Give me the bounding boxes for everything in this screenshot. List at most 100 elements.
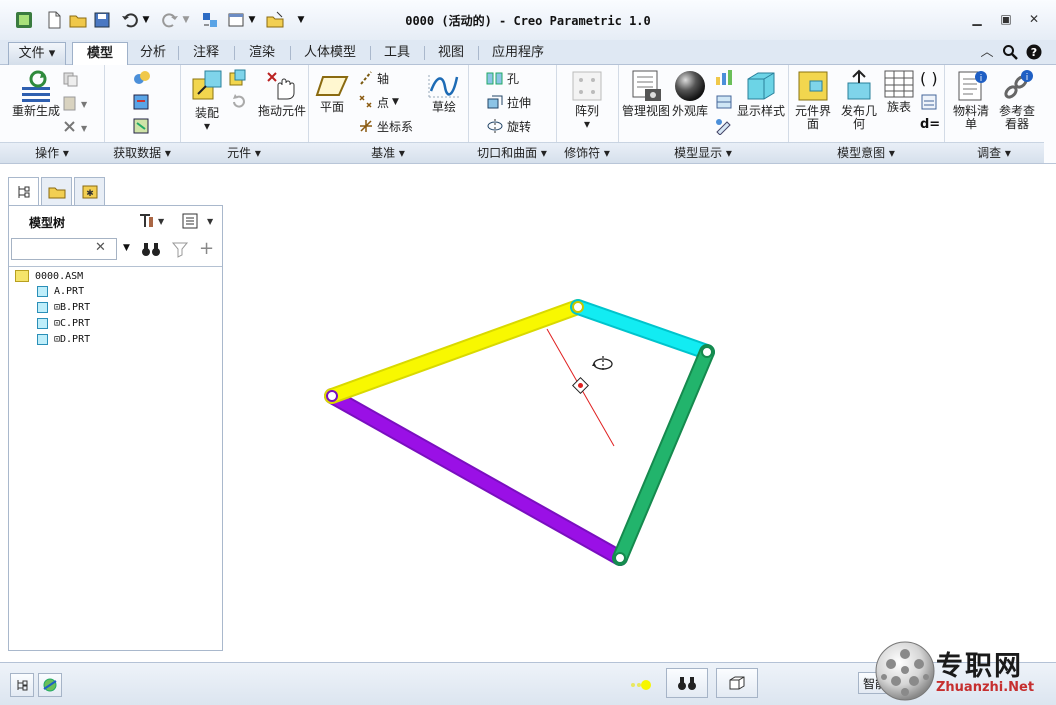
link-b[interactable] [570, 299, 715, 360]
tab-analysis[interactable]: 分析 [130, 42, 176, 64]
group-label-operations[interactable]: 操作 ▾ [0, 142, 104, 163]
hole-icon [486, 72, 503, 85]
group-label-modifiers[interactable]: 修饰符 ▾ [556, 142, 618, 163]
bill-of-materials-button[interactable]: i 物料清单 [948, 69, 994, 131]
drag-point-icon [572, 377, 589, 394]
display-style-button[interactable]: 显示样式 [736, 69, 786, 118]
group-label-component[interactable]: 元件 ▾ [180, 142, 308, 163]
group-label-model-display[interactable]: 模型显示 ▾ [618, 142, 788, 163]
datum-point-button[interactable]: 点 ▼ [358, 93, 399, 111]
tab-manikin[interactable]: 人体模型 [294, 42, 366, 64]
extrude-icon [487, 95, 503, 109]
ribbon: 重新生成 ▼ ▼ 操作 ▾ 获取数据 ▾ 装配 ▾ 拖动元件 元件 ▾ 平面 轴… [0, 65, 1056, 164]
minimize-button[interactable]: ▁ [966, 10, 988, 28]
clear-search-icon[interactable]: ✕ [95, 240, 106, 255]
linkage-model[interactable] [224, 164, 1056, 661]
watermark-ball-logo [875, 641, 935, 701]
group-model-display: 管理视图 外观库 显示样式 模型显示 ▾ [618, 65, 789, 163]
tab-render[interactable]: 渲染 [238, 42, 286, 64]
drag-components-button[interactable]: 拖动元件 [258, 69, 306, 118]
part-icon [37, 334, 48, 345]
ribbon-tabs: 文件 ▾ 模型 分析 注释 渲染 人体模型 工具 视图 应用程序 ︿ ? [0, 40, 1056, 66]
filter-icon[interactable] [171, 240, 189, 261]
copy-icon[interactable] [62, 71, 78, 90]
assemble-button[interactable]: 装配 ▾ [184, 69, 230, 133]
search-dropdown-icon[interactable]: ▼ [123, 243, 130, 253]
group-label-cut-surface[interactable]: 切口和曲面 ▾ [468, 142, 556, 163]
collapse-ribbon-icon[interactable]: ︿ [978, 44, 996, 62]
appearance-gallery-button[interactable]: 外观库 [672, 69, 708, 118]
regenerate-button[interactable]: 重新生成 [10, 69, 62, 118]
tree-item-c[interactable]: ⊡C.PRT [37, 318, 90, 329]
folder-icon [48, 187, 65, 198]
tab-applications[interactable]: 应用程序 [482, 42, 554, 64]
relations-icon[interactable]: ( ) [920, 69, 938, 88]
repeat-icon[interactable] [230, 93, 248, 114]
group-label-datum[interactable]: 基准 ▾ [308, 142, 468, 163]
find-binoculars-icon[interactable] [141, 240, 161, 261]
group-label-model-intent[interactable]: 模型意图 ▾ [788, 142, 944, 163]
family-table-button[interactable]: 族表 [882, 69, 916, 114]
parameters-icon[interactable] [920, 93, 938, 114]
datum-plane-button[interactable]: 平面 [312, 73, 352, 114]
toggle-navigator-icon[interactable] [10, 673, 34, 697]
tab-annotate[interactable]: 注释 [182, 42, 230, 64]
manage-views-button[interactable]: 管理视图 [620, 69, 672, 118]
tab-folder-browser[interactable] [41, 177, 72, 205]
pattern-button[interactable]: 阵列 ▾ [562, 69, 612, 131]
section-icon[interactable] [714, 93, 734, 114]
watermark-text-cn: 专职网 [936, 651, 1023, 682]
link-a[interactable] [324, 299, 586, 404]
tab-model-tree[interactable] [8, 177, 39, 206]
copy-geometry-icon[interactable] [132, 69, 152, 90]
shrinkwrap-icon[interactable] [132, 117, 152, 138]
sketch-button[interactable]: 草绘 [424, 73, 464, 114]
merge-inheritance-icon[interactable] [132, 93, 152, 114]
tab-file[interactable]: 文件 ▾ [8, 42, 66, 65]
selection-mode-button[interactable] [716, 668, 758, 698]
add-icon[interactable]: + [199, 238, 214, 259]
link-d[interactable] [324, 388, 628, 566]
box-select-icon [729, 676, 745, 690]
sketch-icon [428, 75, 459, 98]
toggle-browser-icon[interactable] [38, 673, 62, 697]
d-equals-icon[interactable]: d= [920, 117, 940, 132]
graphics-window[interactable] [224, 164, 1056, 661]
group-component: 装配 ▾ 拖动元件 元件 ▾ [180, 65, 309, 163]
paste-icon[interactable]: ▼ [62, 95, 88, 114]
tab-view[interactable]: 视图 [428, 42, 474, 64]
tree-item-root[interactable]: 0000.ASM [15, 270, 83, 282]
tree-settings-icon[interactable]: ▼ [137, 212, 165, 233]
extrude-button[interactable]: 拉伸 [486, 93, 531, 111]
create-component-icon[interactable] [228, 69, 248, 90]
close-button[interactable]: ✕ [1023, 10, 1045, 28]
point-icon [359, 95, 372, 108]
watermark: 专职网 Zhuanzhi.Net [874, 638, 1056, 704]
help-icon[interactable]: ? [1025, 44, 1043, 62]
delete-icon[interactable]: ▼ [62, 119, 88, 138]
tree-item-a[interactable]: A.PRT [37, 286, 84, 297]
edit-appearance-icon[interactable] [714, 117, 734, 138]
find-button[interactable] [666, 668, 708, 698]
publish-geometry-icon [847, 69, 871, 100]
reference-viewer-button[interactable]: i 参考查看器 [994, 69, 1040, 131]
tab-favorites[interactable]: ✱ [74, 177, 105, 205]
tab-model[interactable]: 模型 [72, 42, 128, 66]
datum-csys-button[interactable]: 坐标系 [358, 117, 413, 135]
revolve-button[interactable]: 旋转 [486, 117, 531, 135]
show-columns-icon[interactable]: ▼ [181, 212, 217, 233]
hole-button[interactable]: 孔 [486, 69, 519, 87]
maximize-button[interactable]: ▣ [995, 10, 1017, 28]
binoculars-icon [678, 677, 696, 690]
tree-item-d[interactable]: ⊡D.PRT [37, 334, 90, 345]
publish-geometry-button[interactable]: 发布几何 [836, 69, 882, 131]
group-label-get-data[interactable]: 获取数据 ▾ [104, 142, 180, 163]
group-label-investigate[interactable]: 调查 ▾ [944, 142, 1044, 163]
datum-axis-button[interactable]: 轴 [358, 69, 389, 87]
component-interface-button[interactable]: 元件界面 [790, 69, 836, 131]
search-icon[interactable] [1001, 44, 1019, 62]
tab-tools[interactable]: 工具 [374, 42, 420, 64]
tree-item-b[interactable]: ⊡B.PRT [37, 302, 90, 313]
link-c[interactable] [612, 344, 715, 566]
display-bars-icon[interactable] [714, 69, 734, 90]
